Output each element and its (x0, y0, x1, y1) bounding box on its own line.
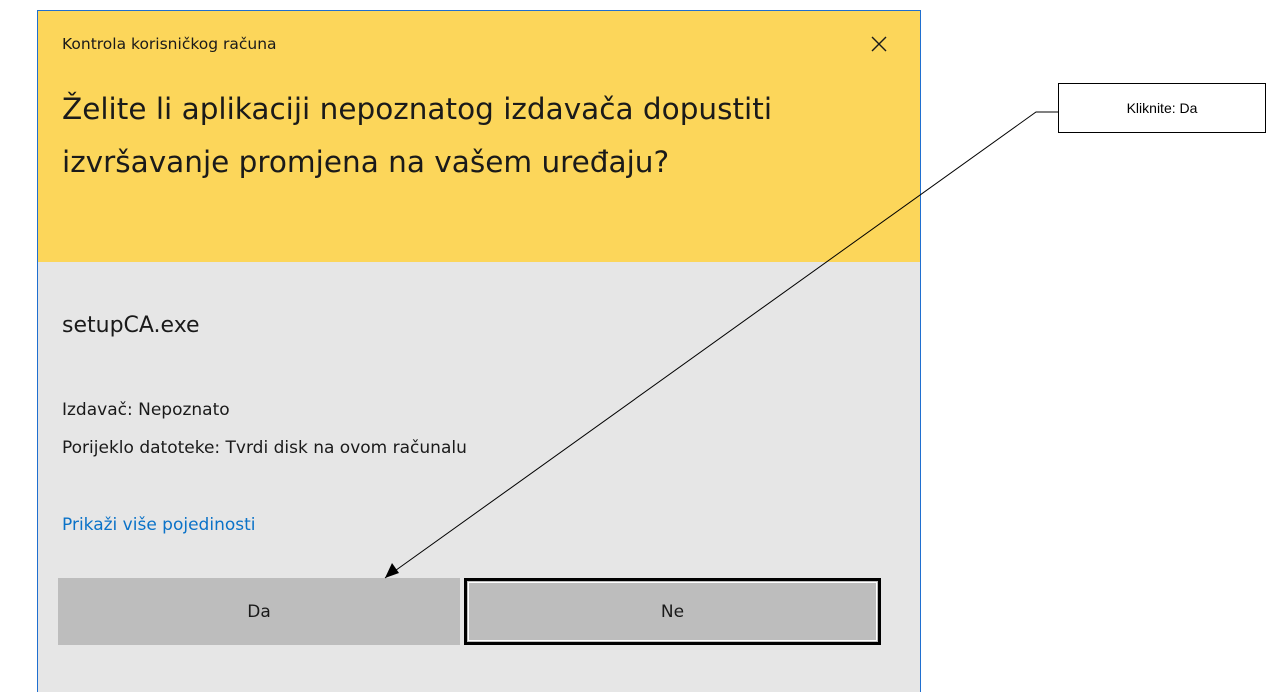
callout-box: Kliknite: Da (1058, 83, 1266, 133)
close-button[interactable] (866, 31, 892, 57)
show-details-link[interactable]: Prikaži više pojedinosti (62, 515, 256, 535)
no-button[interactable]: Ne (464, 578, 881, 645)
yes-button[interactable]: Da (58, 578, 460, 645)
callout-text: Kliknite: Da (1126, 100, 1198, 116)
publisher-info: Izdavač: Nepoznato (62, 400, 230, 420)
uac-dialog: Kontrola korisničkog računa Želite li ap… (37, 10, 921, 692)
file-origin-info: Porijeklo datoteke: Tvrdi disk na ovom r… (62, 438, 467, 458)
dialog-caption: Kontrola korisničkog računa (62, 35, 277, 53)
program-name: setupCA.exe (62, 313, 200, 338)
dialog-header: Kontrola korisničkog računa Želite li ap… (38, 11, 920, 262)
no-button-label: Ne (660, 601, 685, 622)
dialog-question: Želite li aplikaciji nepoznatog izdavača… (62, 92, 773, 179)
yes-button-label: Da (247, 601, 271, 622)
close-icon (871, 36, 887, 52)
